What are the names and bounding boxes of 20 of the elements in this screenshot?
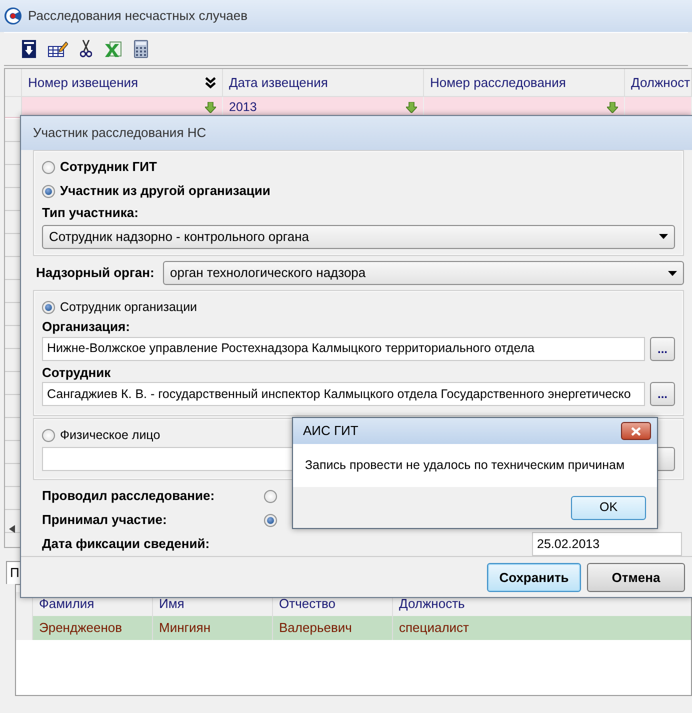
message-text: Запись провести не удалось по техническим причинам (305, 458, 625, 473)
radio-label: Участник из другой организации (60, 183, 270, 199)
field-label: Тип участника: (42, 205, 140, 221)
table-cell: Эренджеенов (33, 616, 153, 640)
table-cell-text: специалист (398, 619, 470, 638)
field-label: Организация: (42, 319, 131, 335)
radio-label: Физическое лицо (60, 428, 160, 442)
filter-value: 2013 (229, 100, 257, 114)
message-title: АИС ГИТ (303, 423, 358, 439)
dialog-title: Участник расследования НС (33, 125, 206, 141)
field-label: Сотрудник (42, 364, 112, 380)
field-label: Надзорный орган: (36, 265, 156, 281)
field-label: Проводил расследование: (42, 488, 216, 504)
table-cell: Мингиян (153, 616, 273, 640)
radio-label: Сотрудник ГИТ (60, 159, 157, 175)
field-label: Дата фиксации сведений: (42, 536, 211, 552)
table-cell: Валерьевич (273, 616, 393, 640)
radio-label: Сотрудник организации (60, 300, 198, 314)
window-title: Расследования несчастных случаев (28, 8, 248, 24)
field-label: Принимал участие: (42, 512, 168, 528)
